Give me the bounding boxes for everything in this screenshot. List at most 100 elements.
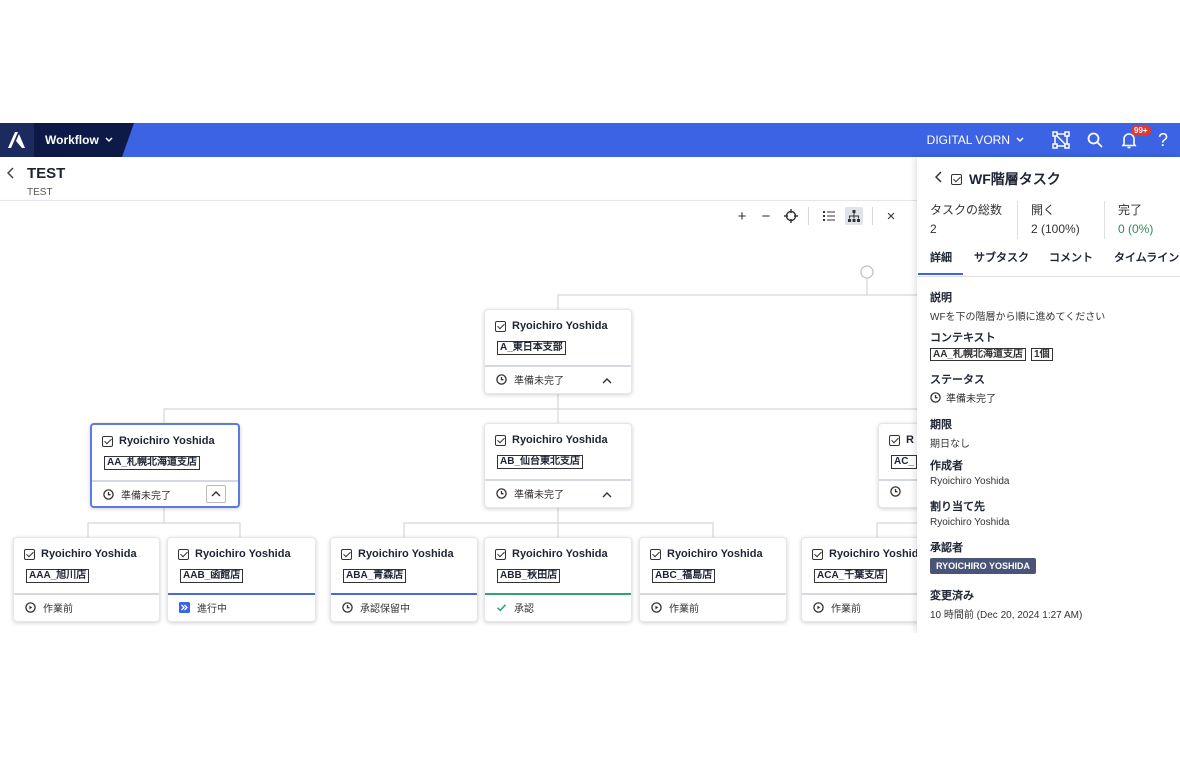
field-value: 期日なし — [930, 439, 970, 450]
clock-icon — [342, 602, 353, 613]
tenant-label: DIGITAL VORN — [926, 133, 1010, 147]
page-title: TEST — [27, 165, 66, 182]
chevron-down-icon — [1016, 137, 1024, 143]
tab-details[interactable]: 詳細 — [918, 249, 963, 275]
task-checkbox-icon — [341, 548, 352, 560]
search-button[interactable] — [1078, 123, 1112, 157]
node-status: 作業前 — [43, 604, 73, 615]
chevron-left-icon — [934, 171, 942, 183]
approver-chip[interactable]: RYOICHIRO YOSHIDA — [930, 558, 1037, 574]
context-tag[interactable]: AA_札幌北海道支店 — [930, 348, 1027, 361]
node-divider — [92, 480, 238, 482]
node-status: 作業前 — [669, 604, 699, 615]
node-context-tag: ABB_秋田店 — [497, 569, 561, 583]
task-node-aab[interactable]: Ryoichiro Yoshida AAB_函館店 進行中 — [167, 537, 316, 622]
help-button[interactable]: ? — [1146, 123, 1180, 157]
node-divider — [485, 593, 631, 595]
field-context: コンテキスト AA_札幌北海道支店 1個 — [930, 329, 1053, 361]
node-status: 準備未完了 — [121, 491, 171, 502]
field-label: 作成者 — [930, 460, 963, 472]
tab-timeline[interactable]: タイムライン — [1114, 249, 1179, 265]
notifications-button[interactable]: 99+ — [1112, 123, 1151, 157]
node-assignee: Ryoichiro Yoshida — [667, 548, 763, 560]
collapse-button[interactable] — [206, 485, 226, 503]
logo-icon — [8, 132, 25, 148]
play-circle-icon — [651, 602, 662, 613]
task-node-abb[interactable]: Ryoichiro Yoshida ABB_秋田店 承認 — [484, 537, 632, 622]
panel-back-button[interactable] — [934, 170, 943, 186]
node-context-tag: A_東日本支部 — [497, 341, 566, 355]
task-checkbox-icon — [495, 320, 506, 332]
field-label: コンテキスト — [930, 332, 996, 344]
task-node-aba[interactable]: Ryoichiro Yoshida ABA_青森店 承認保留中 — [330, 537, 478, 622]
clock-icon — [930, 392, 941, 403]
clock-icon — [496, 488, 507, 499]
chevron-up-icon — [211, 491, 221, 497]
tab-comments[interactable]: コメント — [1049, 249, 1093, 265]
field-value: 10 時間前 (Dec 20, 2024 1:27 AM) — [930, 610, 1083, 621]
tab-subtasks[interactable]: サブタスク — [974, 249, 1029, 265]
task-node-abc[interactable]: Ryoichiro Yoshida ABC_福島店 作業前 — [639, 537, 787, 622]
stat-label: タスクの総数 — [930, 203, 1003, 217]
node-divider — [331, 593, 477, 595]
stat-value: 2 — [930, 222, 937, 236]
chevron-up-icon — [602, 492, 612, 498]
task-node-aaa[interactable]: Ryoichiro Yoshida AAA_旭川店 作業前 — [13, 537, 160, 622]
stat-done: 完了 0 (0%) — [1105, 201, 1180, 239]
node-context-tag: ABC_福島店 — [652, 569, 716, 583]
panel-title-text: WF階層タスク — [969, 171, 1061, 187]
field-creator: 作成者 Ryoichiro Yoshida — [930, 457, 1010, 487]
node-divider — [168, 593, 315, 595]
task-node-aa[interactable]: Ryoichiro Yoshida AA_札幌北海道支店 準備未完了 — [90, 423, 240, 508]
node-status: 進行中 — [197, 604, 227, 615]
node-divider — [879, 479, 917, 481]
search-icon — [1087, 132, 1103, 148]
field-modified: 変更済み 10 時間前 (Dec 20, 2024 1:27 AM) — [930, 587, 1082, 621]
context-count-tag[interactable]: 1個 — [1031, 348, 1053, 361]
clock-icon — [496, 374, 507, 385]
chevron-left-icon — [6, 167, 14, 179]
field-due: 期限 期日なし — [930, 416, 970, 450]
back-button[interactable] — [6, 166, 15, 182]
field-assignee: 割り当て先 Ryoichiro Yoshida — [930, 498, 1010, 528]
field-description: 説明 WFを下の階層から順に進めてください — [930, 289, 1105, 323]
stat-value: 2 (100%) — [1031, 222, 1080, 236]
chevron-down-icon — [105, 137, 113, 143]
collapse-button[interactable] — [597, 486, 617, 504]
task-checkbox-icon — [24, 548, 35, 560]
node-assignee: R — [906, 434, 914, 446]
clock-icon — [103, 489, 114, 500]
field-value: WFを下の階層から順に進めてください — [930, 312, 1106, 323]
node-context-tag: AC_ — [891, 455, 917, 469]
field-label: 期限 — [930, 419, 952, 431]
workflow-canvas[interactable]: + − × Ryoichiro Yoshida A_東日本支部 準備未完了 Ry… — [0, 201, 917, 633]
field-label: 承認者 — [930, 542, 963, 554]
stat-open: 開く 2 (100%) — [1018, 201, 1104, 239]
task-node-a[interactable]: Ryoichiro Yoshida A_東日本支部 準備未完了 — [484, 309, 632, 394]
node-context-tag: ABA_青森店 — [343, 569, 407, 583]
field-label: ステータス — [930, 374, 985, 386]
task-checkbox-icon — [951, 173, 962, 185]
node-status: 承認 — [514, 604, 534, 615]
node-context-tag: AAB_函館店 — [180, 569, 244, 583]
task-node-ac[interactable]: R AC_ — [878, 423, 917, 508]
task-node-ab[interactable]: Ryoichiro Yoshida AB_仙台東北支店 準備未完了 — [484, 423, 632, 508]
node-divider — [14, 593, 159, 595]
check-icon — [496, 604, 507, 612]
panel-tabs: 詳細 サブタスク コメント タイムライン — [917, 245, 1180, 277]
node-assignee: Ryoichiro Yoshida — [119, 435, 215, 447]
apps-button[interactable] — [1044, 123, 1078, 157]
fast-forward-icon — [179, 602, 190, 613]
panel-title: WF階層タスク — [951, 169, 1061, 189]
stat-label: 開く — [1031, 203, 1056, 217]
module-selector[interactable]: Workflow — [34, 123, 134, 157]
collapse-button[interactable] — [597, 372, 617, 390]
task-node-aca[interactable]: Ryoichiro Yoshida ACA_千葉支店 作業前 — [801, 537, 917, 622]
tenant-selector[interactable]: DIGITAL VORN — [927, 133, 1024, 147]
task-checkbox-icon — [812, 548, 823, 560]
logo[interactable] — [0, 123, 34, 157]
app-window: Workflow DIGITAL VORN 99+ ? TEST TEST + … — [0, 123, 1180, 633]
task-checkbox-icon — [495, 434, 506, 446]
node-status: 準備未完了 — [514, 376, 564, 387]
clock-icon — [890, 486, 901, 497]
